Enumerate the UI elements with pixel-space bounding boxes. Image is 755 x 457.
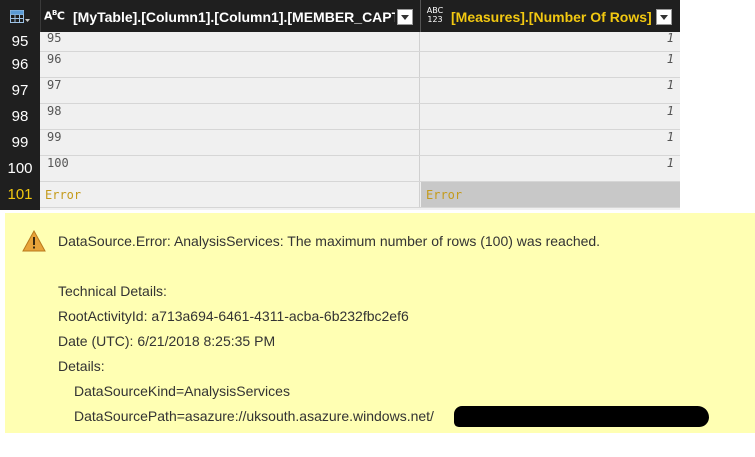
row-number: 96 <box>11 56 29 73</box>
cell-member-caption[interactable]: 99 <box>40 130 420 155</box>
text-type-icon[interactable]: ABC <box>44 9 65 21</box>
error-details-panel: DataSource.Error: AnalysisServices: The … <box>5 213 755 433</box>
table-row[interactable]: 96 96 1 <box>12 52 680 78</box>
column-title: [Measures].[Number Of Rows] <box>451 9 651 25</box>
cell-member-caption[interactable]: 96 <box>40 52 420 77</box>
cell-number-of-rows[interactable]: 1 <box>421 78 680 103</box>
any-type-icon[interactable]: ABC 123 <box>424 6 446 24</box>
grid-rows: 95 95 1 96 96 1 97 97 1 98 98 1 99 99 1 … <box>7 32 680 208</box>
table-row[interactable]: 95 95 1 <box>12 32 680 52</box>
cell-member-caption[interactable]: 100 <box>40 156 420 181</box>
error-message: DataSource.Error: AnalysisServices: The … <box>58 233 601 249</box>
table-row[interactable]: 98 98 1 <box>12 104 680 130</box>
row-number: 95 <box>11 33 29 50</box>
error-date: Date (UTC): 6/21/2018 8:25:35 PM <box>58 333 276 349</box>
table-row[interactable]: 100 100 1 <box>7 156 680 182</box>
column-title: [MyTable].[Column1].[Column1].[MEMBER_CA… <box>73 9 395 25</box>
cell-number-of-rows[interactable]: 1 <box>421 52 680 77</box>
root-activity-id: RootActivityId: a713a694-6461-4311-acba-… <box>58 308 409 324</box>
row-number: 101 <box>7 186 33 203</box>
column-header-number-of-rows[interactable]: ABC 123 [Measures].[Number Of Rows] <box>421 0 680 32</box>
error-cell-selected[interactable]: Error <box>421 182 680 207</box>
table-row[interactable]: 97 97 1 <box>12 78 680 104</box>
row-number: 99 <box>11 134 29 151</box>
cell-number-of-rows[interactable]: 1 <box>421 156 680 181</box>
redaction-mark <box>454 406 709 427</box>
error-cell[interactable]: Error <box>40 182 420 207</box>
warning-icon <box>22 230 46 252</box>
chevron-down-icon[interactable] <box>397 9 413 25</box>
table-menu-button[interactable] <box>0 0 41 32</box>
column-header-member-caption[interactable]: ABC [MyTable].[Column1].[Column1].[MEMBE… <box>40 0 421 32</box>
details-label: Details: <box>58 358 105 374</box>
datasource-kind: DataSourceKind=AnalysisServices <box>74 383 290 399</box>
grid-header: ABC [MyTable].[Column1].[Column1].[MEMBE… <box>0 0 680 32</box>
data-grid: ABC [MyTable].[Column1].[Column1].[MEMBE… <box>0 0 680 210</box>
cell-number-of-rows[interactable]: 1 <box>421 104 680 129</box>
cell-member-caption[interactable]: 97 <box>40 78 420 103</box>
table-row[interactable]: 99 99 1 <box>12 130 680 156</box>
any-type-icon-top: ABC <box>426 6 444 15</box>
cell-member-caption[interactable]: 95 <box>40 32 420 51</box>
row-number: 98 <box>11 108 29 125</box>
cell-member-caption[interactable]: 98 <box>40 104 420 129</box>
datasource-path: DataSourcePath=asazure://uksouth.asazure… <box>74 408 434 424</box>
table-icon <box>10 10 30 23</box>
cell-number-of-rows[interactable]: 1 <box>421 32 680 51</box>
any-type-icon-bottom: 123 <box>427 15 443 24</box>
cell-number-of-rows[interactable]: 1 <box>421 130 680 155</box>
error-row[interactable]: 101 Error Error <box>7 182 680 208</box>
row-number: 100 <box>7 160 33 177</box>
chevron-down-icon[interactable] <box>656 9 672 25</box>
technical-details-label: Technical Details: <box>58 283 167 299</box>
row-number: 97 <box>11 82 29 99</box>
